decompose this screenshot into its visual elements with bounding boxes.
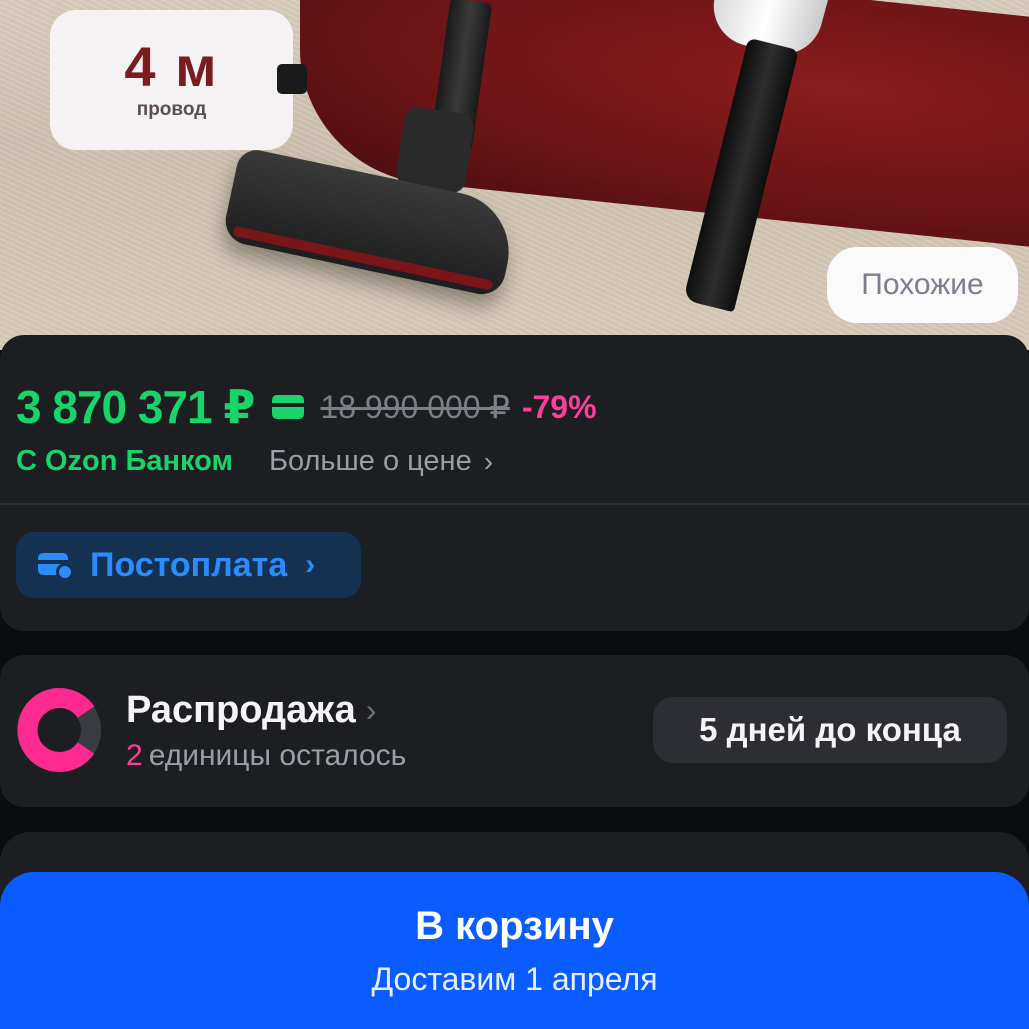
price-card: 3 870 371 ₽ 18 990 000 ₽ -79% С Ozon Бан… (0, 335, 1029, 631)
postpay-button[interactable]: Постоплата › (16, 532, 361, 598)
bank-card-icon (272, 395, 305, 419)
gallery-indicator (277, 64, 307, 94)
cord-length-caption: провод (136, 99, 207, 120)
similar-button[interactable]: Похожие (827, 247, 1018, 323)
chevron-right-icon: › (483, 445, 494, 477)
sale-card[interactable]: Распродажа › 2 единицы осталось 5 дней до… (0, 655, 1029, 807)
delivery-date-text: Доставим 1 апреля (371, 960, 658, 997)
cord-length-badge: 4 м провод (50, 10, 293, 150)
sale-title[interactable]: Распродажа › (126, 689, 376, 732)
cord-length-value: 4 м (124, 35, 219, 98)
current-price: 3 870 371 ₽ (16, 381, 255, 433)
chevron-right-icon: › (305, 548, 316, 581)
more-about-price-link[interactable]: Больше о цене › (269, 445, 493, 478)
add-to-cart-button[interactable]: В корзину Доставим 1 апреля (0, 872, 1029, 1029)
discount-badge: -79% (521, 388, 597, 425)
product-image[interactable]: 4 м провод Похожие (0, 0, 1029, 350)
days-left-badge: 5 дней до конца (653, 697, 1007, 763)
add-to-cart-label: В корзину (415, 903, 614, 948)
ozon-bank-label: С Ozon Банком (16, 445, 233, 477)
card-clock-icon (38, 551, 74, 581)
old-price: 18 990 000 ₽ (320, 389, 510, 425)
postpay-label: Постоплата (90, 545, 288, 584)
units-left-count: 2 (126, 739, 143, 772)
price-row: 3 870 371 ₽ 18 990 000 ₽ -79% (16, 377, 597, 437)
divider (0, 503, 1029, 505)
bank-row: С Ozon Банком Больше о цене › (16, 445, 493, 478)
units-left-text: единицы осталось (148, 739, 407, 772)
more-about-price-label: Больше о цене (268, 445, 472, 477)
sale-title-label: Распродажа (126, 689, 356, 731)
units-left: 2 единицы осталось (126, 739, 406, 773)
sale-progress-ring-icon (17, 688, 101, 772)
chevron-right-icon: › (365, 692, 377, 728)
